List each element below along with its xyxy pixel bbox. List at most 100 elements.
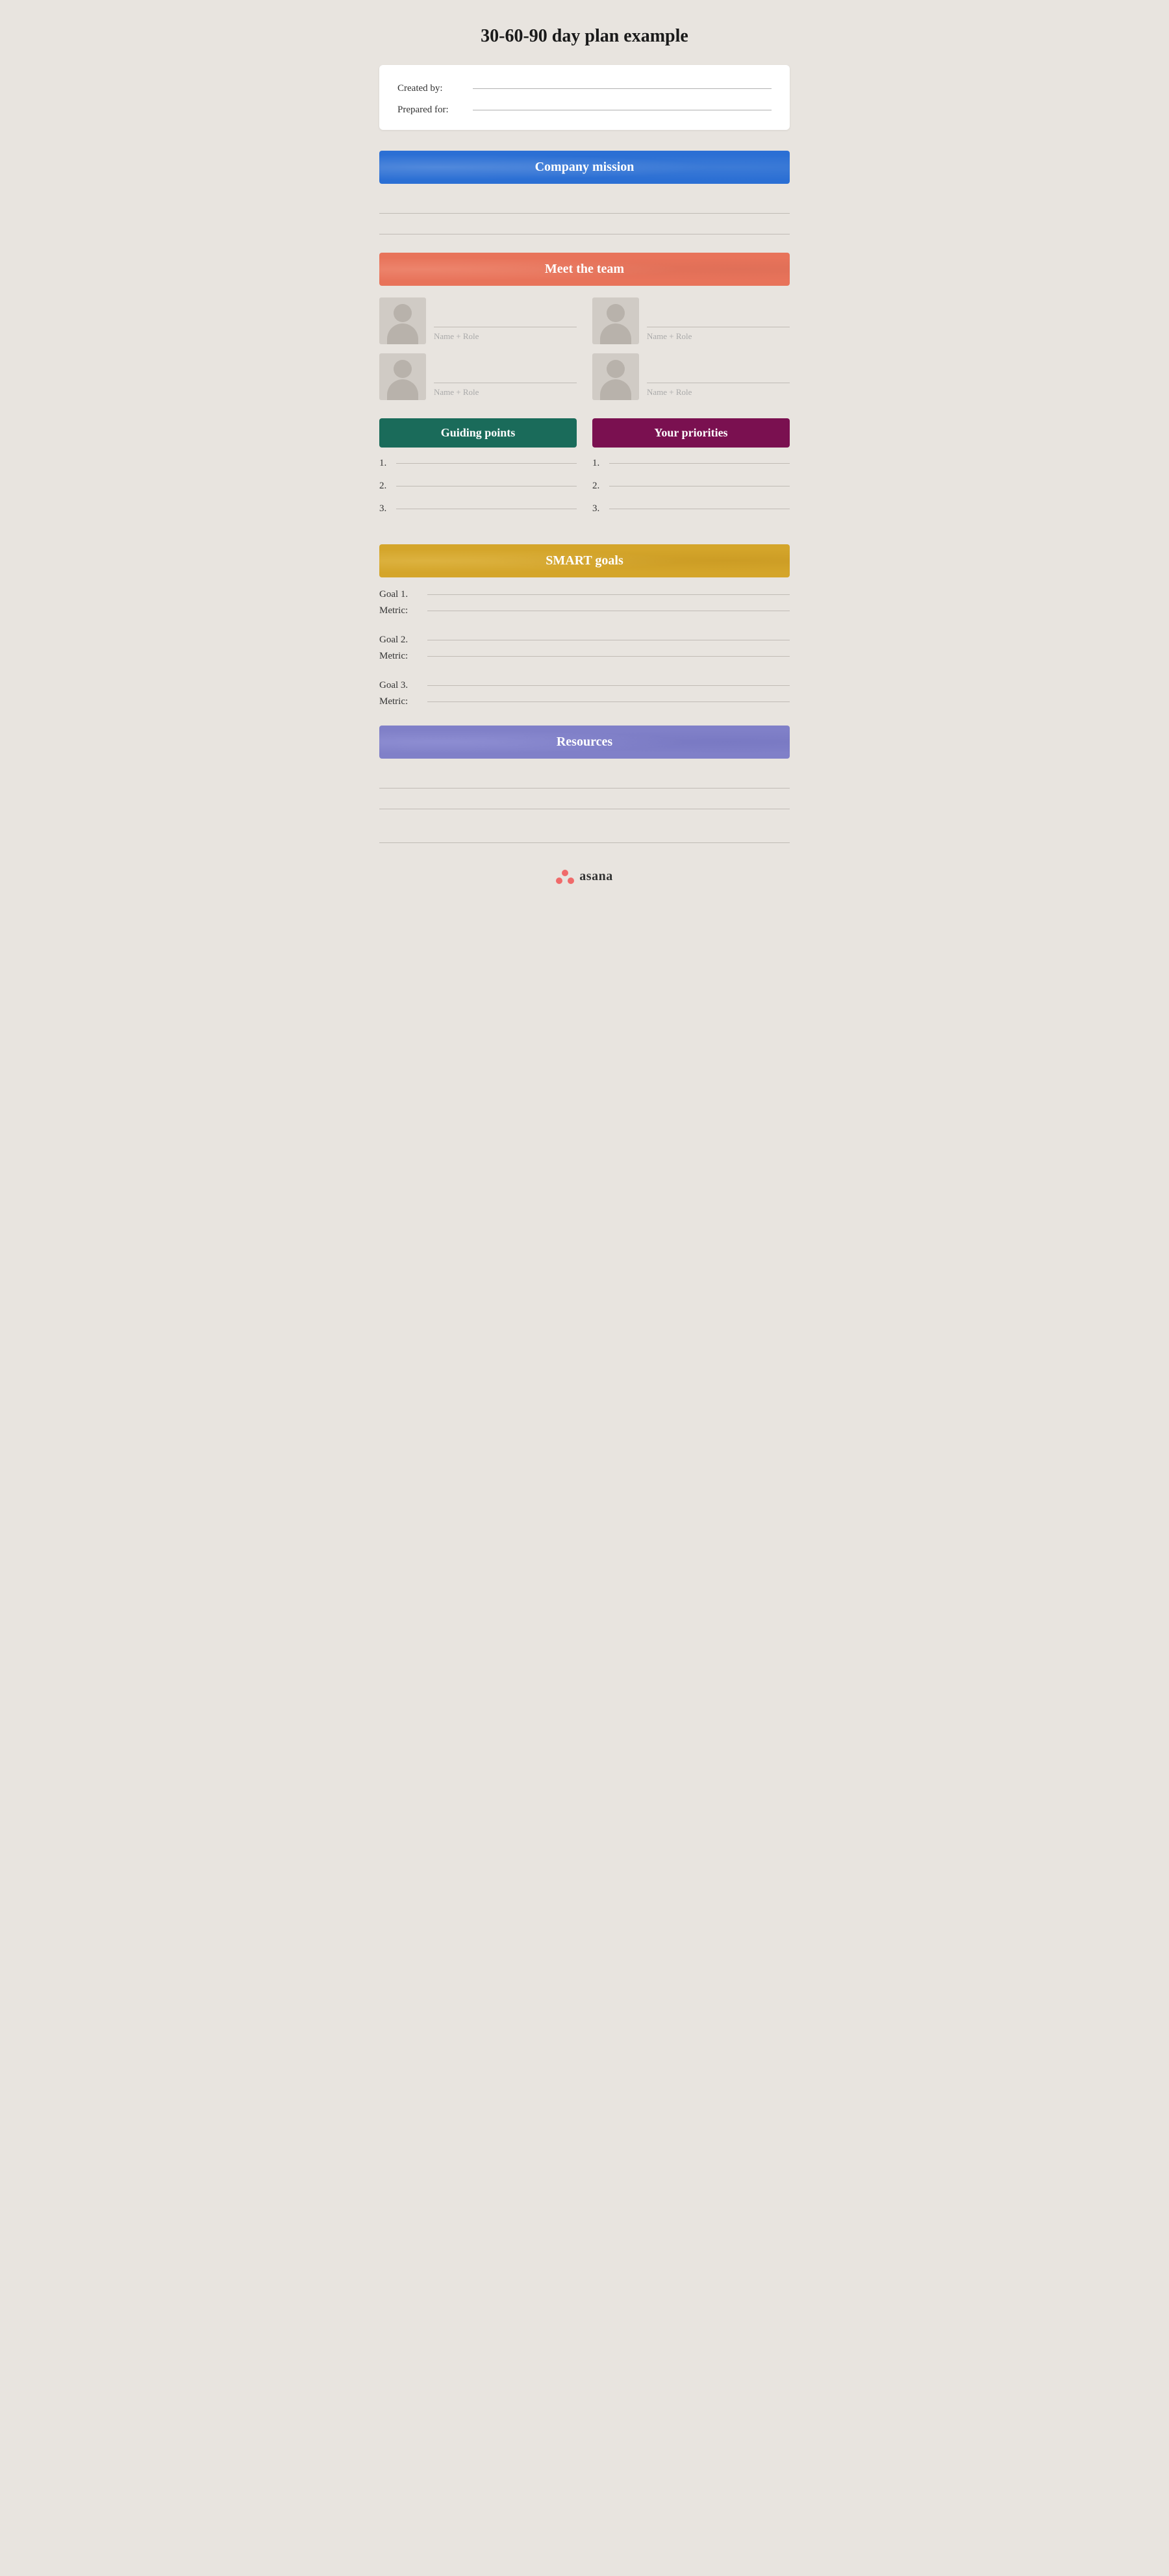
metric-3-row: Metric: xyxy=(379,696,790,707)
team-member-3: Name + Role xyxy=(592,297,790,344)
guiding-points-panel: Guiding points 1. 2. 3. xyxy=(379,418,577,526)
team-member-4: Name + Role xyxy=(592,353,790,400)
team-column-right: Name + Role Name + Role xyxy=(592,297,790,400)
resources-line-1 xyxy=(379,770,790,789)
guiding-point-1: 1. xyxy=(379,458,577,469)
avatar-4 xyxy=(592,353,639,400)
avatar-head-3 xyxy=(607,304,625,322)
priority-2: 2. xyxy=(592,481,790,492)
guiding-points-banner: Guiding points xyxy=(379,418,577,448)
avatar-figure-2 xyxy=(379,353,426,400)
your-priorities-list: 1. 2. 3. xyxy=(592,458,790,514)
asana-dot-top xyxy=(562,870,568,876)
metric-1-row: Metric: xyxy=(379,605,790,616)
avatar-2 xyxy=(379,353,426,400)
mission-line-1 xyxy=(379,196,790,214)
team-member-2: Name + Role xyxy=(379,353,577,400)
prepared-for-row: Prepared for: xyxy=(397,105,772,116)
guiding-points-list: 1. 2. 3. xyxy=(379,458,577,514)
created-by-line xyxy=(473,88,772,89)
resources-banner: Resources xyxy=(379,726,790,759)
priority-3: 3. xyxy=(592,503,790,514)
priority-3-num: 3. xyxy=(592,503,607,514)
meet-the-team-section: Meet the team Name + Role xyxy=(379,253,790,400)
meet-the-team-banner: Meet the team xyxy=(379,253,790,286)
resources-line-2 xyxy=(379,791,790,809)
avatar-figure-1 xyxy=(379,297,426,344)
avatar-body-3 xyxy=(600,323,631,344)
member-name-label-1: Name + Role xyxy=(434,330,577,342)
page-container: 30-60-90 day plan example Created by: Pr… xyxy=(351,0,818,923)
asana-dot-left xyxy=(556,878,562,884)
page-title: 30-60-90 day plan example xyxy=(379,26,790,47)
guiding-point-1-line xyxy=(396,463,577,464)
resources-line-3 xyxy=(379,825,790,843)
guiding-priorities-section: Guiding points 1. 2. 3. Your priorities xyxy=(379,418,790,526)
member-info-3: Name + Role xyxy=(647,312,790,344)
priority-1: 1. xyxy=(592,458,790,469)
guiding-point-1-num: 1. xyxy=(379,458,394,469)
your-priorities-banner: Your priorities xyxy=(592,418,790,448)
mission-line-2 xyxy=(379,216,790,234)
company-mission-banner: Company mission xyxy=(379,151,790,184)
member-info-4: Name + Role xyxy=(647,368,790,400)
member-name-line-1 xyxy=(434,312,577,327)
avatar-figure-3 xyxy=(592,297,639,344)
goal-block-2: Goal 2. Metric: xyxy=(379,635,790,662)
resources-section: Resources xyxy=(379,726,790,843)
avatar-head-2 xyxy=(394,360,412,378)
member-info-2: Name + Role xyxy=(434,368,577,400)
metric-3-label: Metric: xyxy=(379,696,425,707)
avatar-body-4 xyxy=(600,379,631,400)
goal-3-line xyxy=(427,685,790,686)
avatar-3 xyxy=(592,297,639,344)
goal-2-label: Goal 2. xyxy=(379,635,425,646)
asana-logo-icon xyxy=(556,870,574,884)
priority-1-line xyxy=(609,463,790,464)
guiding-point-3-num: 3. xyxy=(379,503,394,514)
goal-1-row: Goal 1. xyxy=(379,589,790,600)
avatar-1 xyxy=(379,297,426,344)
prepared-for-label: Prepared for: xyxy=(397,105,469,116)
smart-goals-banner: SMART goals xyxy=(379,544,790,577)
avatar-figure-4 xyxy=(592,353,639,400)
created-by-label: Created by: xyxy=(397,83,469,94)
metric-2-label: Metric: xyxy=(379,651,425,662)
guiding-point-3: 3. xyxy=(379,503,577,514)
goal-3-label: Goal 3. xyxy=(379,680,425,691)
member-info-1: Name + Role xyxy=(434,312,577,344)
team-member-1: Name + Role xyxy=(379,297,577,344)
guiding-point-2-num: 2. xyxy=(379,481,394,492)
created-by-row: Created by: xyxy=(397,83,772,94)
avatar-head-1 xyxy=(394,304,412,322)
goal-block-3: Goal 3. Metric: xyxy=(379,680,790,707)
asana-brand-name: asana xyxy=(579,869,612,884)
company-mission-lines xyxy=(379,196,790,234)
resources-spacer xyxy=(379,812,790,825)
asana-dot-right xyxy=(568,878,574,884)
info-box: Created by: Prepared for: xyxy=(379,65,790,130)
member-name-line-2 xyxy=(434,368,577,383)
goal-1-label: Goal 1. xyxy=(379,589,425,600)
goal-block-1: Goal 1. Metric: xyxy=(379,589,790,616)
member-name-label-3: Name + Role xyxy=(647,330,790,342)
resources-lines xyxy=(379,770,790,843)
member-name-line-3 xyxy=(647,312,790,327)
smart-goals-section: SMART goals Goal 1. Metric: Goal 2. Metr… xyxy=(379,544,790,707)
priority-1-num: 1. xyxy=(592,458,607,469)
member-name-label-4: Name + Role xyxy=(647,386,790,398)
metric-1-label: Metric: xyxy=(379,605,425,616)
goal-3-row: Goal 3. xyxy=(379,680,790,691)
goal-2-row: Goal 2. xyxy=(379,635,790,646)
avatar-body-1 xyxy=(387,323,418,344)
guiding-point-2: 2. xyxy=(379,481,577,492)
team-column-left: Name + Role Name + Role xyxy=(379,297,577,400)
metric-3-line xyxy=(427,701,790,702)
metric-2-row: Metric: xyxy=(379,651,790,662)
avatar-body-2 xyxy=(387,379,418,400)
priority-2-num: 2. xyxy=(592,481,607,492)
team-grid: Name + Role Name + Role xyxy=(379,297,790,400)
member-name-line-4 xyxy=(647,368,790,383)
asana-footer: asana xyxy=(379,869,790,884)
metric-2-line xyxy=(427,656,790,657)
